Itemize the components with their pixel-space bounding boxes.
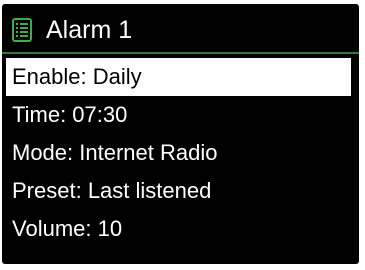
menu-item-value: Last listened bbox=[87, 178, 212, 203]
menu-item-time[interactable]: Time: 07:30 bbox=[2, 96, 359, 134]
header: Alarm 1 bbox=[2, 4, 359, 52]
menu-item-label: Mode: bbox=[12, 140, 80, 165]
menu-item-value: 10 bbox=[97, 216, 123, 241]
menu-item-label: Time: bbox=[12, 102, 73, 127]
menu-item-volume[interactable]: Volume: 10 bbox=[2, 210, 359, 248]
menu-item-label: Volume: bbox=[12, 216, 98, 241]
menu-item-value: Internet Radio bbox=[79, 140, 218, 165]
page-title: Alarm 1 bbox=[46, 16, 133, 44]
menu-item-preset[interactable]: Preset: Last listened bbox=[2, 172, 359, 210]
menu-item-label: Enable: bbox=[12, 64, 93, 89]
menu-item-label: Preset: bbox=[12, 178, 88, 203]
header-divider bbox=[2, 52, 359, 54]
menu-item-enable[interactable]: Enable: Daily bbox=[6, 58, 351, 96]
menu-item-mode[interactable]: Mode: Internet Radio bbox=[2, 134, 359, 172]
menu-item-value: 07:30 bbox=[72, 102, 128, 127]
list-icon bbox=[12, 18, 32, 42]
alarm-settings-menu: Enable: Daily Time: 07:30 Mode: Internet… bbox=[2, 58, 359, 248]
menu-item-value: Daily bbox=[92, 64, 142, 89]
alarm-screen: Alarm 1 Enable: Daily Time: 07:30 Mode: … bbox=[2, 4, 359, 264]
